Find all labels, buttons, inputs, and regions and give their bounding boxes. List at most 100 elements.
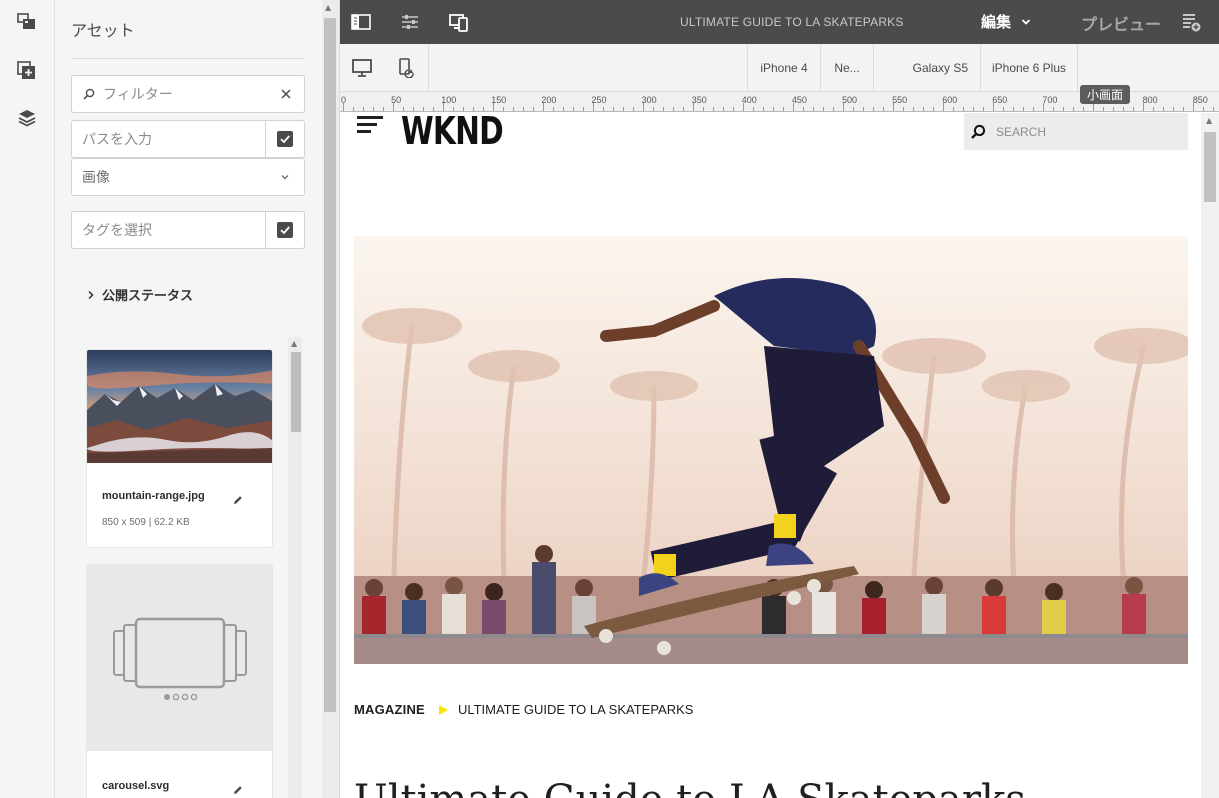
ruler-tick bbox=[813, 107, 814, 111]
ruler-tick bbox=[1003, 107, 1004, 111]
ruler-tick bbox=[533, 107, 534, 111]
ruler-tick bbox=[1123, 107, 1124, 111]
ruler-tick bbox=[873, 107, 874, 111]
ruler-label: 800 bbox=[1142, 95, 1158, 105]
components-icon[interactable] bbox=[16, 60, 38, 82]
ruler-tick bbox=[493, 103, 494, 111]
ruler-tick bbox=[823, 107, 824, 111]
ruler-tick bbox=[453, 107, 454, 111]
publish-status-toggle[interactable]: 公開ステータス bbox=[87, 285, 193, 304]
ruler-tick bbox=[1073, 107, 1074, 111]
ruler-tick bbox=[433, 107, 434, 111]
ruler-tick bbox=[983, 107, 984, 111]
asset-card[interactable]: carousel.svg bbox=[86, 564, 273, 798]
toggle-side-panel-icon[interactable] bbox=[350, 11, 372, 33]
ruler-tick bbox=[923, 107, 924, 111]
ruler-tick bbox=[1113, 107, 1114, 111]
chevron-right-icon bbox=[87, 290, 95, 300]
menu-icon[interactable] bbox=[357, 116, 383, 133]
edit-mode-dropdown[interactable]: 編集 bbox=[981, 11, 1031, 32]
publish-status-label: 公開ステータス bbox=[102, 289, 194, 304]
ruler-tick bbox=[933, 107, 934, 111]
ruler-tick bbox=[1013, 107, 1014, 111]
panel-scroll-thumb[interactable] bbox=[324, 18, 336, 712]
ruler-tick bbox=[463, 107, 464, 111]
asset-type-select[interactable]: 画像 bbox=[71, 158, 305, 196]
divider bbox=[71, 58, 305, 59]
scroll-up-icon[interactable]: ▲ bbox=[1206, 116, 1212, 125]
tags-picker-button[interactable] bbox=[265, 212, 304, 248]
asset-card[interactable]: mountain-range.jpg 850 x 509 | 62.2 KB bbox=[86, 349, 273, 548]
path-field[interactable]: パスを入力 bbox=[71, 120, 305, 158]
ruler-label: 550 bbox=[892, 95, 908, 105]
ruler-tick bbox=[603, 107, 604, 111]
divider bbox=[428, 44, 429, 92]
ruler-tick bbox=[993, 103, 994, 111]
emulator-icon[interactable] bbox=[448, 11, 470, 33]
ruler-tick bbox=[713, 107, 714, 111]
ruler-tick bbox=[623, 107, 624, 111]
ruler-label: 700 bbox=[1042, 95, 1058, 105]
device-iphone-6-plus[interactable]: iPhone 6 Plus bbox=[980, 44, 1078, 92]
ruler-tick bbox=[743, 103, 744, 111]
assets-icon[interactable] bbox=[16, 11, 38, 33]
asset-list-scroll-thumb[interactable] bbox=[291, 352, 301, 432]
ruler-label: 450 bbox=[791, 95, 807, 105]
scroll-up-icon[interactable]: ▲ bbox=[325, 3, 331, 12]
rotate-device-icon[interactable] bbox=[395, 57, 417, 79]
breadcrumb: MAGAZINE ULTIMATE GUIDE TO LA SKATEPARKS bbox=[354, 702, 693, 717]
ruler-label: 500 bbox=[842, 95, 858, 105]
path-picker-button[interactable] bbox=[265, 121, 304, 157]
search-placeholder: SEARCH bbox=[996, 124, 1047, 139]
edit-icon[interactable] bbox=[232, 781, 244, 794]
ruler-tick bbox=[1183, 107, 1184, 111]
tags-placeholder: タグを選択 bbox=[82, 223, 152, 239]
ruler-tick bbox=[443, 103, 444, 111]
panel-title: アセット bbox=[71, 21, 135, 40]
edit-icon[interactable] bbox=[232, 491, 244, 504]
ruler-tick bbox=[783, 107, 784, 111]
ruler-tick bbox=[793, 103, 794, 111]
ruler-tick bbox=[483, 107, 484, 111]
tags-field[interactable]: タグを選択 bbox=[71, 211, 305, 249]
ruler-tick bbox=[373, 107, 374, 111]
ruler-tick bbox=[583, 107, 584, 111]
page-properties-icon[interactable] bbox=[399, 11, 421, 33]
checkmark-icon bbox=[277, 131, 293, 147]
ruler-tick bbox=[473, 107, 474, 111]
canvas-scroll-thumb[interactable] bbox=[1204, 132, 1216, 202]
asset-type-value: 画像 bbox=[82, 170, 110, 186]
asset-meta: 850 x 509 | 62.2 KB bbox=[102, 517, 190, 528]
page-info-icon[interactable] bbox=[1180, 11, 1202, 33]
assets-panel: アセット フィルター パスを入力 画像 タグを選択 公開ステータス mounta… bbox=[55, 0, 322, 798]
editor-toolbar: ULTIMATE GUIDE TO LA SKATEPARKS 編集 プレビュー bbox=[340, 0, 1219, 44]
ruler-label: 600 bbox=[942, 95, 958, 105]
preview-button[interactable]: プレビュー bbox=[1081, 11, 1161, 35]
asset-name: mountain-range.jpg bbox=[102, 490, 205, 502]
scroll-up-icon[interactable]: ▲ bbox=[291, 339, 297, 348]
site-logo[interactable]: WKND bbox=[401, 113, 504, 153]
breadcrumb-root-link[interactable]: MAGAZINE bbox=[354, 702, 425, 717]
ruler-tick bbox=[1213, 107, 1214, 111]
page-canvas[interactable]: WKND SEARCH MAGAZINE ULTIMATE GUIDE TO L… bbox=[340, 113, 1201, 798]
ruler-tick bbox=[973, 107, 974, 111]
device-iphone-4[interactable]: iPhone 4 bbox=[747, 44, 820, 92]
ruler-tick bbox=[843, 103, 844, 111]
edit-label: 編集 bbox=[981, 13, 1012, 31]
ruler-tick bbox=[753, 107, 754, 111]
page-title: ULTIMATE GUIDE TO LA SKATEPARKS bbox=[680, 15, 904, 29]
device-galaxy-s5[interactable]: Galaxy S5 bbox=[873, 44, 980, 92]
ruler-tick bbox=[513, 107, 514, 111]
ruler-tick bbox=[593, 103, 594, 111]
device-nexus[interactable]: Ne... bbox=[820, 44, 873, 92]
canvas-scrollbar[interactable] bbox=[1201, 113, 1219, 798]
clear-icon[interactable] bbox=[281, 89, 291, 99]
ruler-tick bbox=[1133, 107, 1134, 111]
site-search-input[interactable]: SEARCH bbox=[964, 113, 1188, 150]
hero-image[interactable] bbox=[354, 236, 1188, 664]
desktop-icon[interactable] bbox=[351, 57, 373, 79]
ruler-tick bbox=[413, 107, 414, 111]
ruler-tick bbox=[563, 107, 564, 111]
filter-input[interactable]: フィルター bbox=[71, 75, 305, 113]
layers-icon[interactable] bbox=[16, 107, 38, 129]
